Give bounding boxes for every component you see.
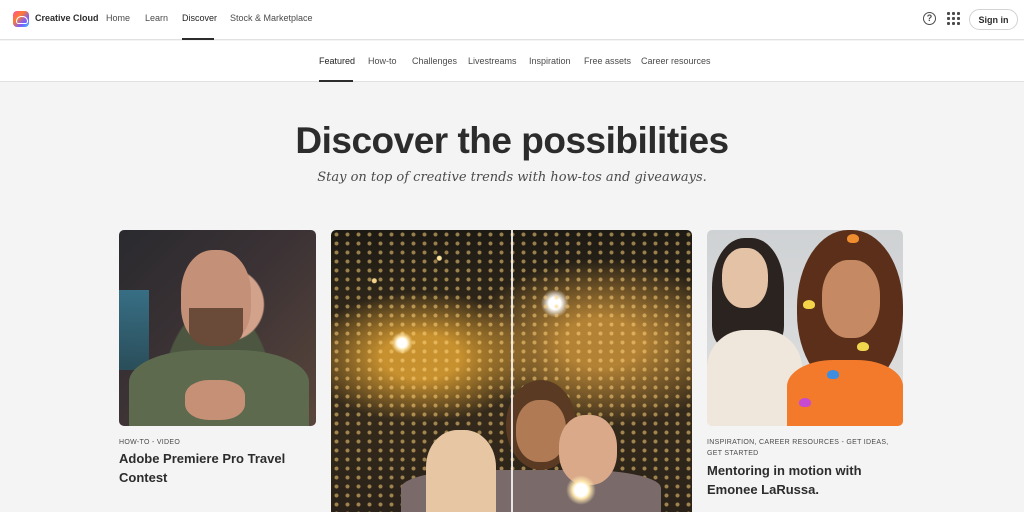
tab-career-resources[interactable]: Career resources bbox=[641, 56, 711, 66]
card-category: HOW-TO - VIDEO bbox=[119, 439, 181, 446]
card-title-line: Mentoring in motion with bbox=[707, 463, 862, 478]
nav-active-indicator bbox=[182, 38, 214, 40]
card-category-line: GET STARTED bbox=[707, 450, 759, 457]
card-image-premiere-contest[interactable] bbox=[119, 230, 316, 426]
tab-featured[interactable]: Featured bbox=[319, 56, 355, 66]
tab-free-assets[interactable]: Free assets bbox=[584, 56, 631, 66]
card-image-featured-friends[interactable] bbox=[331, 230, 692, 512]
card-title[interactable]: Mentoring in motion with Emonee LaRussa. bbox=[707, 461, 862, 499]
card-category-line: INSPIRATION, CAREER RESOURCES - GET IDEA… bbox=[707, 439, 889, 446]
sign-in-button[interactable]: Sign in bbox=[969, 9, 1018, 30]
page-title: Discover the possibilities bbox=[295, 120, 729, 161]
tab-challenges[interactable]: Challenges bbox=[412, 56, 457, 66]
sub-navigation: Featured How-to Challenges Livestreams I… bbox=[0, 41, 1024, 82]
tab-inspiration[interactable]: Inspiration bbox=[529, 56, 571, 66]
card-image-mentoring[interactable] bbox=[707, 230, 903, 426]
nav-home[interactable]: Home bbox=[106, 13, 130, 23]
brand-name[interactable]: Creative Cloud bbox=[35, 13, 99, 23]
subnav-active-indicator bbox=[319, 80, 353, 82]
butterfly-icon bbox=[799, 398, 811, 407]
nav-discover[interactable]: Discover bbox=[182, 13, 217, 23]
top-navigation: Creative Cloud Home Learn Discover Stock… bbox=[0, 0, 1024, 40]
butterfly-icon bbox=[857, 342, 869, 351]
nav-stock-marketplace[interactable]: Stock & Marketplace bbox=[230, 13, 313, 23]
nav-learn[interactable]: Learn bbox=[145, 13, 168, 23]
butterfly-icon bbox=[847, 234, 859, 243]
help-icon[interactable]: ? bbox=[923, 12, 936, 25]
creative-cloud-logo-icon[interactable] bbox=[13, 11, 29, 27]
app-grid-icon[interactable] bbox=[947, 12, 960, 25]
card-title-line: Emonee LaRussa. bbox=[707, 482, 819, 497]
card-category: INSPIRATION, CAREER RESOURCES - GET IDEA… bbox=[707, 437, 889, 459]
card-title-line: Adobe Premiere Pro Travel bbox=[119, 451, 286, 466]
page-subtitle: Stay on top of creative trends with how-… bbox=[317, 170, 707, 185]
butterfly-icon bbox=[827, 370, 839, 379]
help-icon-glyph: ? bbox=[926, 13, 933, 23]
butterfly-icon bbox=[803, 300, 815, 309]
tab-how-to[interactable]: How-to bbox=[368, 56, 397, 66]
card-title-line: Contest bbox=[119, 470, 168, 485]
card-title[interactable]: Adobe Premiere Pro Travel Contest bbox=[119, 449, 285, 487]
tab-livestreams[interactable]: Livestreams bbox=[468, 56, 517, 66]
